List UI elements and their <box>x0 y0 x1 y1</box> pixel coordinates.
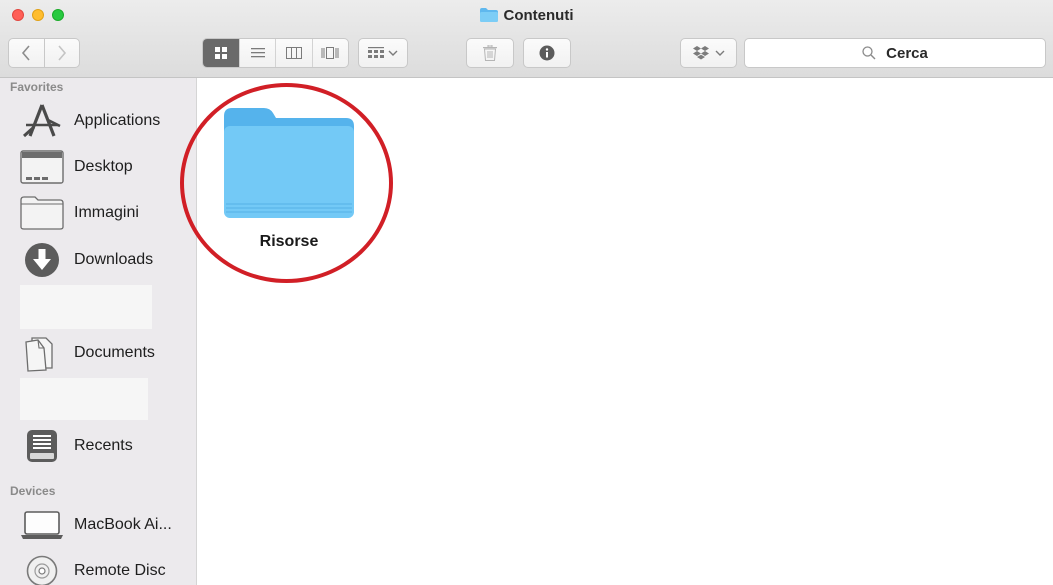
chevron-left-icon <box>22 45 31 61</box>
sidebar: Favorites Applications Desktop Immagini … <box>0 78 197 585</box>
sidebar-item-desktop[interactable]: Desktop <box>20 148 133 186</box>
recents-icon <box>27 430 57 462</box>
search-placeholder: Cerca <box>886 44 928 62</box>
title-bar: Contenuti Cerca <box>0 0 1053 78</box>
disc-icon <box>26 555 58 585</box>
navigation-buttons <box>8 38 80 68</box>
move-to-trash-button[interactable] <box>466 38 514 68</box>
chevron-right-icon <box>58 45 67 61</box>
favorites-section-title: Favorites <box>10 80 64 94</box>
dropbox-icon <box>693 46 709 60</box>
sidebar-item-label: MacBook Ai... <box>74 516 172 533</box>
icon-view-button[interactable] <box>203 39 240 67</box>
search-icon <box>862 46 876 60</box>
column-view-button[interactable] <box>275 39 311 67</box>
chevron-down-icon <box>715 50 725 56</box>
cover-flow-view-button[interactable] <box>311 39 348 67</box>
folder-item-risorse[interactable]: Risorse <box>222 106 356 251</box>
sidebar-item-documents[interactable]: Documents <box>20 334 155 372</box>
list-icon <box>250 48 265 58</box>
folder-icon <box>479 8 498 22</box>
arrange-grid-icon <box>368 47 384 58</box>
sidebar-item-macbook[interactable]: MacBook Ai... <box>20 506 172 544</box>
forward-button[interactable] <box>43 39 79 67</box>
sidebar-item-label: Applications <box>74 112 161 129</box>
desktop-icon <box>20 150 64 184</box>
sidebar-item-label: Documents <box>74 344 155 361</box>
applications-icon <box>22 104 61 138</box>
file-browser-content: Risorse <box>180 78 1053 585</box>
sidebar-item-downloads[interactable]: Downloads <box>20 241 153 279</box>
redacted-sidebar-item <box>20 378 148 420</box>
trash-icon <box>483 45 497 61</box>
icon-grid-icon <box>215 47 228 59</box>
downloads-icon <box>25 243 59 277</box>
sidebar-item-label: Remote Disc <box>74 562 166 579</box>
sidebar-item-immagini[interactable]: Immagini <box>20 194 139 232</box>
columns-icon <box>286 47 303 59</box>
window-title: Contenuti <box>0 6 1053 26</box>
folder-icon <box>224 108 354 218</box>
folder-icon <box>20 196 64 230</box>
arrange-button[interactable] <box>358 38 408 68</box>
info-icon <box>539 45 555 61</box>
sidebar-item-label: Downloads <box>74 251 154 268</box>
sidebar-item-label: Recents <box>74 437 133 454</box>
documents-icon <box>25 337 53 372</box>
folder-item-name: Risorse <box>259 233 319 250</box>
sidebar-item-label: Immagini <box>74 204 139 221</box>
window-title-text: Contenuti <box>503 7 574 24</box>
cover-flow-icon <box>321 47 339 59</box>
chevron-down-icon <box>388 50 398 56</box>
sidebar-item-applications[interactable]: Applications <box>20 102 160 140</box>
redacted-sidebar-item <box>20 285 152 329</box>
list-view-button[interactable] <box>239 39 275 67</box>
laptop-icon <box>21 511 63 539</box>
sidebar-item-recents[interactable]: Recents <box>20 427 133 465</box>
sidebar-item-remote-disc[interactable]: Remote Disc <box>20 552 166 585</box>
devices-section-title: Devices <box>10 484 56 498</box>
search-field[interactable]: Cerca <box>744 38 1046 68</box>
dropbox-button[interactable] <box>680 38 737 68</box>
sidebar-item-label: Desktop <box>74 158 133 175</box>
back-button[interactable] <box>9 39 44 67</box>
get-info-button[interactable] <box>523 38 571 68</box>
view-mode-control <box>202 38 349 68</box>
